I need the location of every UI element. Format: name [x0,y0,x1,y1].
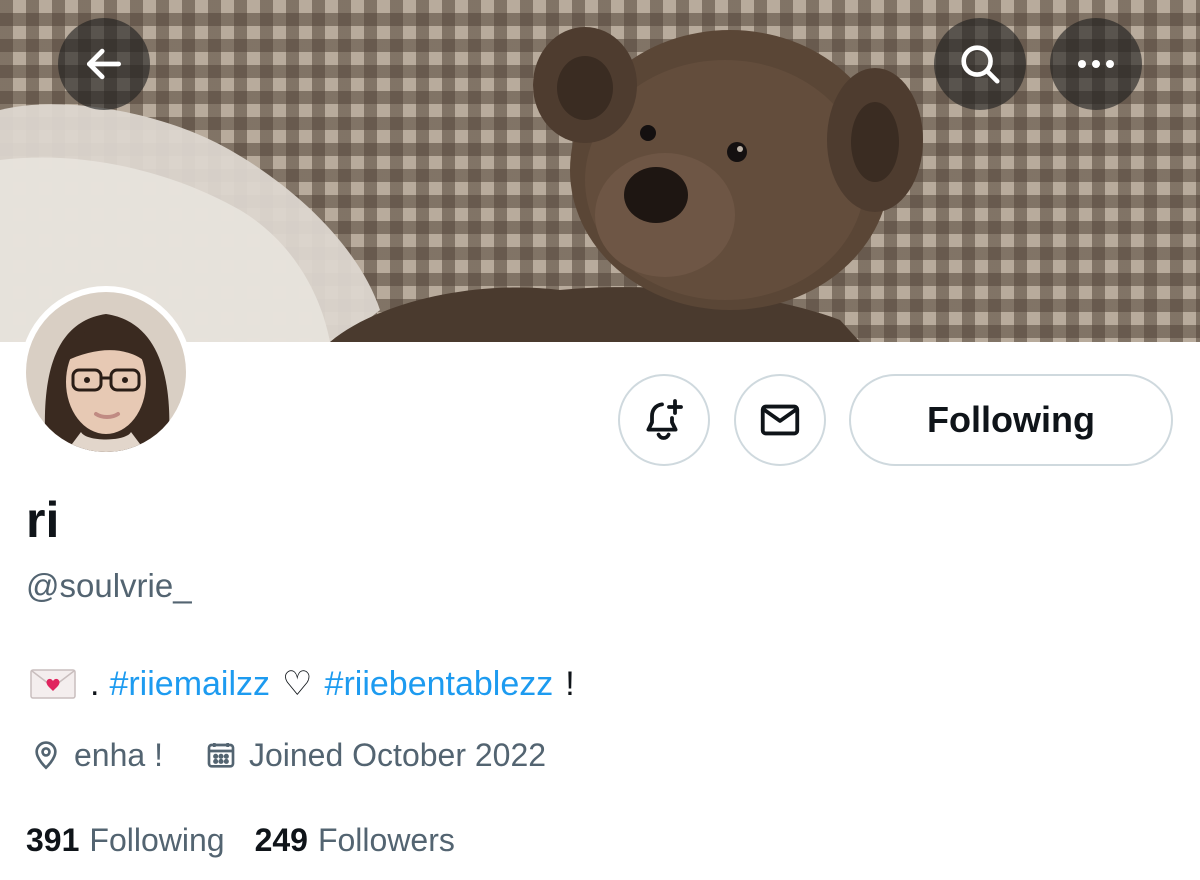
followers-count: 249 [254,822,308,858]
join-date: Joined October 2022 [205,733,546,777]
calendar-icon [207,743,235,768]
followers-label: Followers [317,822,455,858]
following-count: 391 [26,822,80,858]
notifications-button[interactable] [618,374,710,466]
profile-meta: enha ! Joined October 2022 [30,733,546,777]
arrow-left-icon [86,48,122,80]
bio-separator: . [90,665,100,703]
hashtag-link[interactable]: #riiemailzz [109,662,270,706]
username-handle: @soulvrie_ [26,567,192,604]
followers-stat[interactable]: 249 Followers [255,818,455,862]
heart-symbol: ♡ [282,665,313,703]
bio: . #riiemailzz ♡ #riiebentablezz ! [30,662,575,706]
avatar-image [26,292,186,452]
following-stat[interactable]: 391 Following [26,818,225,862]
love-letter-envelope-icon [30,667,76,701]
back-button[interactable] [58,18,150,110]
location-text: enha ! [74,737,163,773]
more-options-button[interactable] [1050,18,1142,110]
location-pin-icon [35,741,57,770]
following-button[interactable]: Following [849,374,1173,466]
more-horizontal-icon [1078,60,1114,68]
profile-banner[interactable] [0,0,1200,342]
follow-stats: 391 Following 249 Followers [26,818,455,862]
avatar[interactable] [20,286,192,458]
bio-suffix: ! [565,665,575,703]
hashtag-link[interactable]: #riiebentablezz [325,662,554,706]
following-label: Following [89,822,225,858]
message-button[interactable] [734,374,826,466]
bell-plus-icon [646,399,683,440]
envelope-icon [760,404,800,436]
join-date-text: Joined October 2022 [248,737,547,773]
search-icon [961,45,1000,84]
search-button[interactable] [934,18,1026,110]
location: enha ! [30,733,163,777]
display-name: ri [26,492,60,548]
